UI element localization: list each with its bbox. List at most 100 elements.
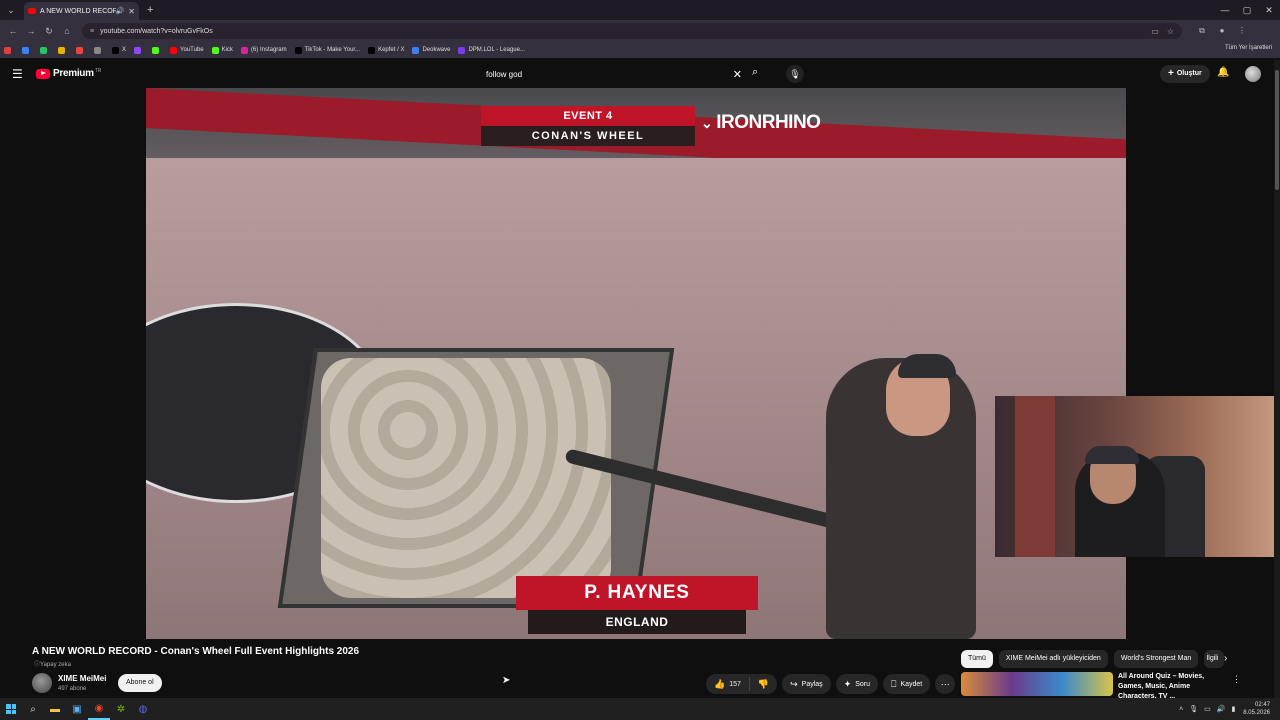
browser-tab-active[interactable]: A NEW WORLD RECORD - 🔊 ✕ xyxy=(24,2,139,20)
event-name: CONAN'S WHEEL xyxy=(481,126,695,146)
bookmark-item[interactable] xyxy=(22,46,32,54)
bookmark-item[interactable]: Kick xyxy=(211,46,233,54)
more-actions-button[interactable]: ⋯ xyxy=(935,674,956,694)
microphone-icon[interactable]: 🎙 xyxy=(786,65,804,83)
close-window-button[interactable]: ✕ xyxy=(1258,0,1280,20)
dislike-button[interactable]: 👎 xyxy=(750,679,777,690)
bookmark-item[interactable] xyxy=(134,46,144,54)
sparkle-icon: ✦ xyxy=(843,678,852,689)
video-title: A NEW WORLD RECORD - Conan's Wheel Full … xyxy=(32,646,360,657)
site-info-icon[interactable]: ≡ xyxy=(90,28,94,35)
bookmark-item[interactable]: DPM.LOL - League... xyxy=(458,46,525,54)
video-stones xyxy=(321,358,611,598)
save-button[interactable]: ⎕ Kaydet xyxy=(883,674,931,694)
bookmark-item[interactable] xyxy=(76,46,86,54)
address-bar[interactable]: ≡ youtube.com/watch?v=olvruGvFkOs ▭ ☆ xyxy=(82,23,1182,39)
mic-tray-icon[interactable]: 🎙 xyxy=(1189,705,1198,713)
page-scrollbar[interactable] xyxy=(1274,60,1280,698)
bookmark-item[interactable]: Deokwave xyxy=(412,46,450,54)
bookmark-item[interactable]: (6) Instagram xyxy=(240,46,287,54)
bookmark-item[interactable]: Kepfet / X xyxy=(368,46,405,54)
chip-all[interactable]: Tümü xyxy=(961,650,993,668)
close-tab-icon[interactable]: ✕ xyxy=(128,7,135,16)
system-tray: ˄ 🎙 ▭ 🔊 ▮ 02:47 8.05.2026 xyxy=(1173,698,1270,720)
chip-worlds-strongest-man[interactable]: World's Strongest Man xyxy=(1113,650,1199,668)
start-button[interactable] xyxy=(0,698,22,720)
channel-name[interactable]: XIME MeiMei xyxy=(58,674,106,683)
recommended-more-icon[interactable]: ⋮ xyxy=(1232,674,1241,685)
clock[interactable]: 02:47 8.05.2026 xyxy=(1243,701,1270,717)
menu-icon[interactable]: ⋮ xyxy=(1232,26,1252,36)
scrollbar-thumb[interactable] xyxy=(1275,70,1279,190)
new-tab-button[interactable]: + xyxy=(147,4,153,16)
event-banner: EVENT 4 CONAN'S WHEEL xyxy=(481,106,695,146)
maximize-button[interactable]: ▢ xyxy=(1236,0,1258,20)
mouse-cursor-icon: ➤ xyxy=(502,675,511,686)
chip-uploader[interactable]: XIME MeiMei adlı yükleyiciden xyxy=(998,650,1108,668)
athlete-country: ENGLAND xyxy=(528,610,746,634)
chrome-icon[interactable]: ◉ xyxy=(88,698,110,720)
bookmark-favicon-icon xyxy=(94,46,101,54)
bookmark-item[interactable] xyxy=(40,46,50,54)
settings-gear-icon[interactable]: ✲ xyxy=(110,698,132,720)
ai-label: ⓘYapay zeka xyxy=(34,662,71,668)
search-icon[interactable]: ⌕ xyxy=(752,66,758,79)
bookmark-item[interactable] xyxy=(94,46,104,54)
ask-button[interactable]: ✦ Soru xyxy=(835,674,879,694)
tab-search-icon[interactable]: ⌄ xyxy=(2,1,20,19)
streamer-webcam xyxy=(995,396,1280,557)
chip-related[interactable]: İlgili xyxy=(1204,650,1225,668)
discord-icon[interactable]: ◍ xyxy=(132,698,154,720)
bookmark-item[interactable]: YouTube xyxy=(170,46,204,54)
search-input[interactable]: follow god ✕ xyxy=(476,65,748,83)
bookmark-item[interactable]: TikTok - Make Your... xyxy=(294,46,360,54)
extensions-icon[interactable]: ⧉ xyxy=(1192,26,1212,36)
windows-logo-icon xyxy=(6,704,16,714)
bookmark-item[interactable] xyxy=(4,46,14,54)
bookmark-star-icon[interactable]: ☆ xyxy=(1167,27,1174,36)
youtube-favicon-icon xyxy=(28,8,36,14)
subscribe-button[interactable]: Abone ol xyxy=(118,674,162,692)
bookmark-favicon-icon xyxy=(211,46,219,54)
tray-chevron-icon[interactable]: ˄ xyxy=(1179,706,1183,713)
athlete-name: P. HAYNES xyxy=(516,576,758,610)
back-button[interactable]: ← xyxy=(4,26,22,36)
youtube-premium-logo[interactable]: Premium TR xyxy=(36,68,101,79)
store-icon[interactable]: ▣ xyxy=(66,698,88,720)
speaker-icon[interactable]: 🔊 xyxy=(116,7,125,15)
file-explorer-icon[interactable]: ▬ xyxy=(44,698,66,720)
recommended-video-thumbnail[interactable] xyxy=(961,672,1113,696)
clear-search-icon[interactable]: ✕ xyxy=(733,68,742,81)
volume-icon[interactable]: 🔊 xyxy=(1217,705,1226,713)
share-button[interactable]: ↪ Paylaş xyxy=(782,674,831,694)
chevron-right-icon[interactable]: › xyxy=(1224,653,1227,664)
account-avatar[interactable] xyxy=(1245,66,1261,82)
network-icon[interactable]: ▭ xyxy=(1204,705,1211,713)
profile-icon[interactable]: ● xyxy=(1212,26,1232,36)
taskbar-search-icon[interactable]: ⌕ xyxy=(22,698,44,720)
channel-avatar[interactable] xyxy=(32,673,52,693)
bookmark-item[interactable] xyxy=(58,46,68,54)
bookmark-item[interactable]: X xyxy=(112,46,126,54)
bookmark-favicon-icon xyxy=(152,46,160,54)
bookmark-favicon-icon xyxy=(22,46,29,54)
url-text[interactable]: youtube.com/watch?v=olvruGvFkOs xyxy=(100,28,1143,35)
video-player[interactable]: EVENT 4 CONAN'S WHEEL ⌄ IRONRHINO P. HAYN… xyxy=(146,88,1126,639)
menu-hamburger-icon[interactable]: ☰ xyxy=(12,68,23,80)
like-button[interactable]: 👍 157 xyxy=(706,677,750,691)
reload-button[interactable]: ↻ xyxy=(40,26,58,37)
bookmark-favicon-icon xyxy=(458,46,466,54)
battery-icon[interactable]: ▮ xyxy=(1231,705,1235,713)
forward-button[interactable]: → xyxy=(22,26,40,36)
cast-icon[interactable]: ▭ xyxy=(1151,27,1159,36)
bookmark-item[interactable] xyxy=(152,46,162,54)
create-button[interactable]: + Oluştur xyxy=(1160,65,1210,83)
minimize-button[interactable]: — xyxy=(1214,0,1236,20)
share-icon: ↪ xyxy=(790,678,798,689)
all-bookmarks[interactable]: Tüm Yer İşaretleri xyxy=(1225,45,1272,51)
home-button[interactable]: ⌂ xyxy=(58,26,76,36)
bookmark-favicon-icon xyxy=(368,46,376,54)
notifications-bell-icon[interactable]: 🔔 xyxy=(1217,67,1229,78)
browser-toolbar: ← → ↻ ⌂ ≡ youtube.com/watch?v=olvruGvFkO… xyxy=(0,20,1280,42)
bookmark-label: Kepfet / X xyxy=(378,47,405,53)
